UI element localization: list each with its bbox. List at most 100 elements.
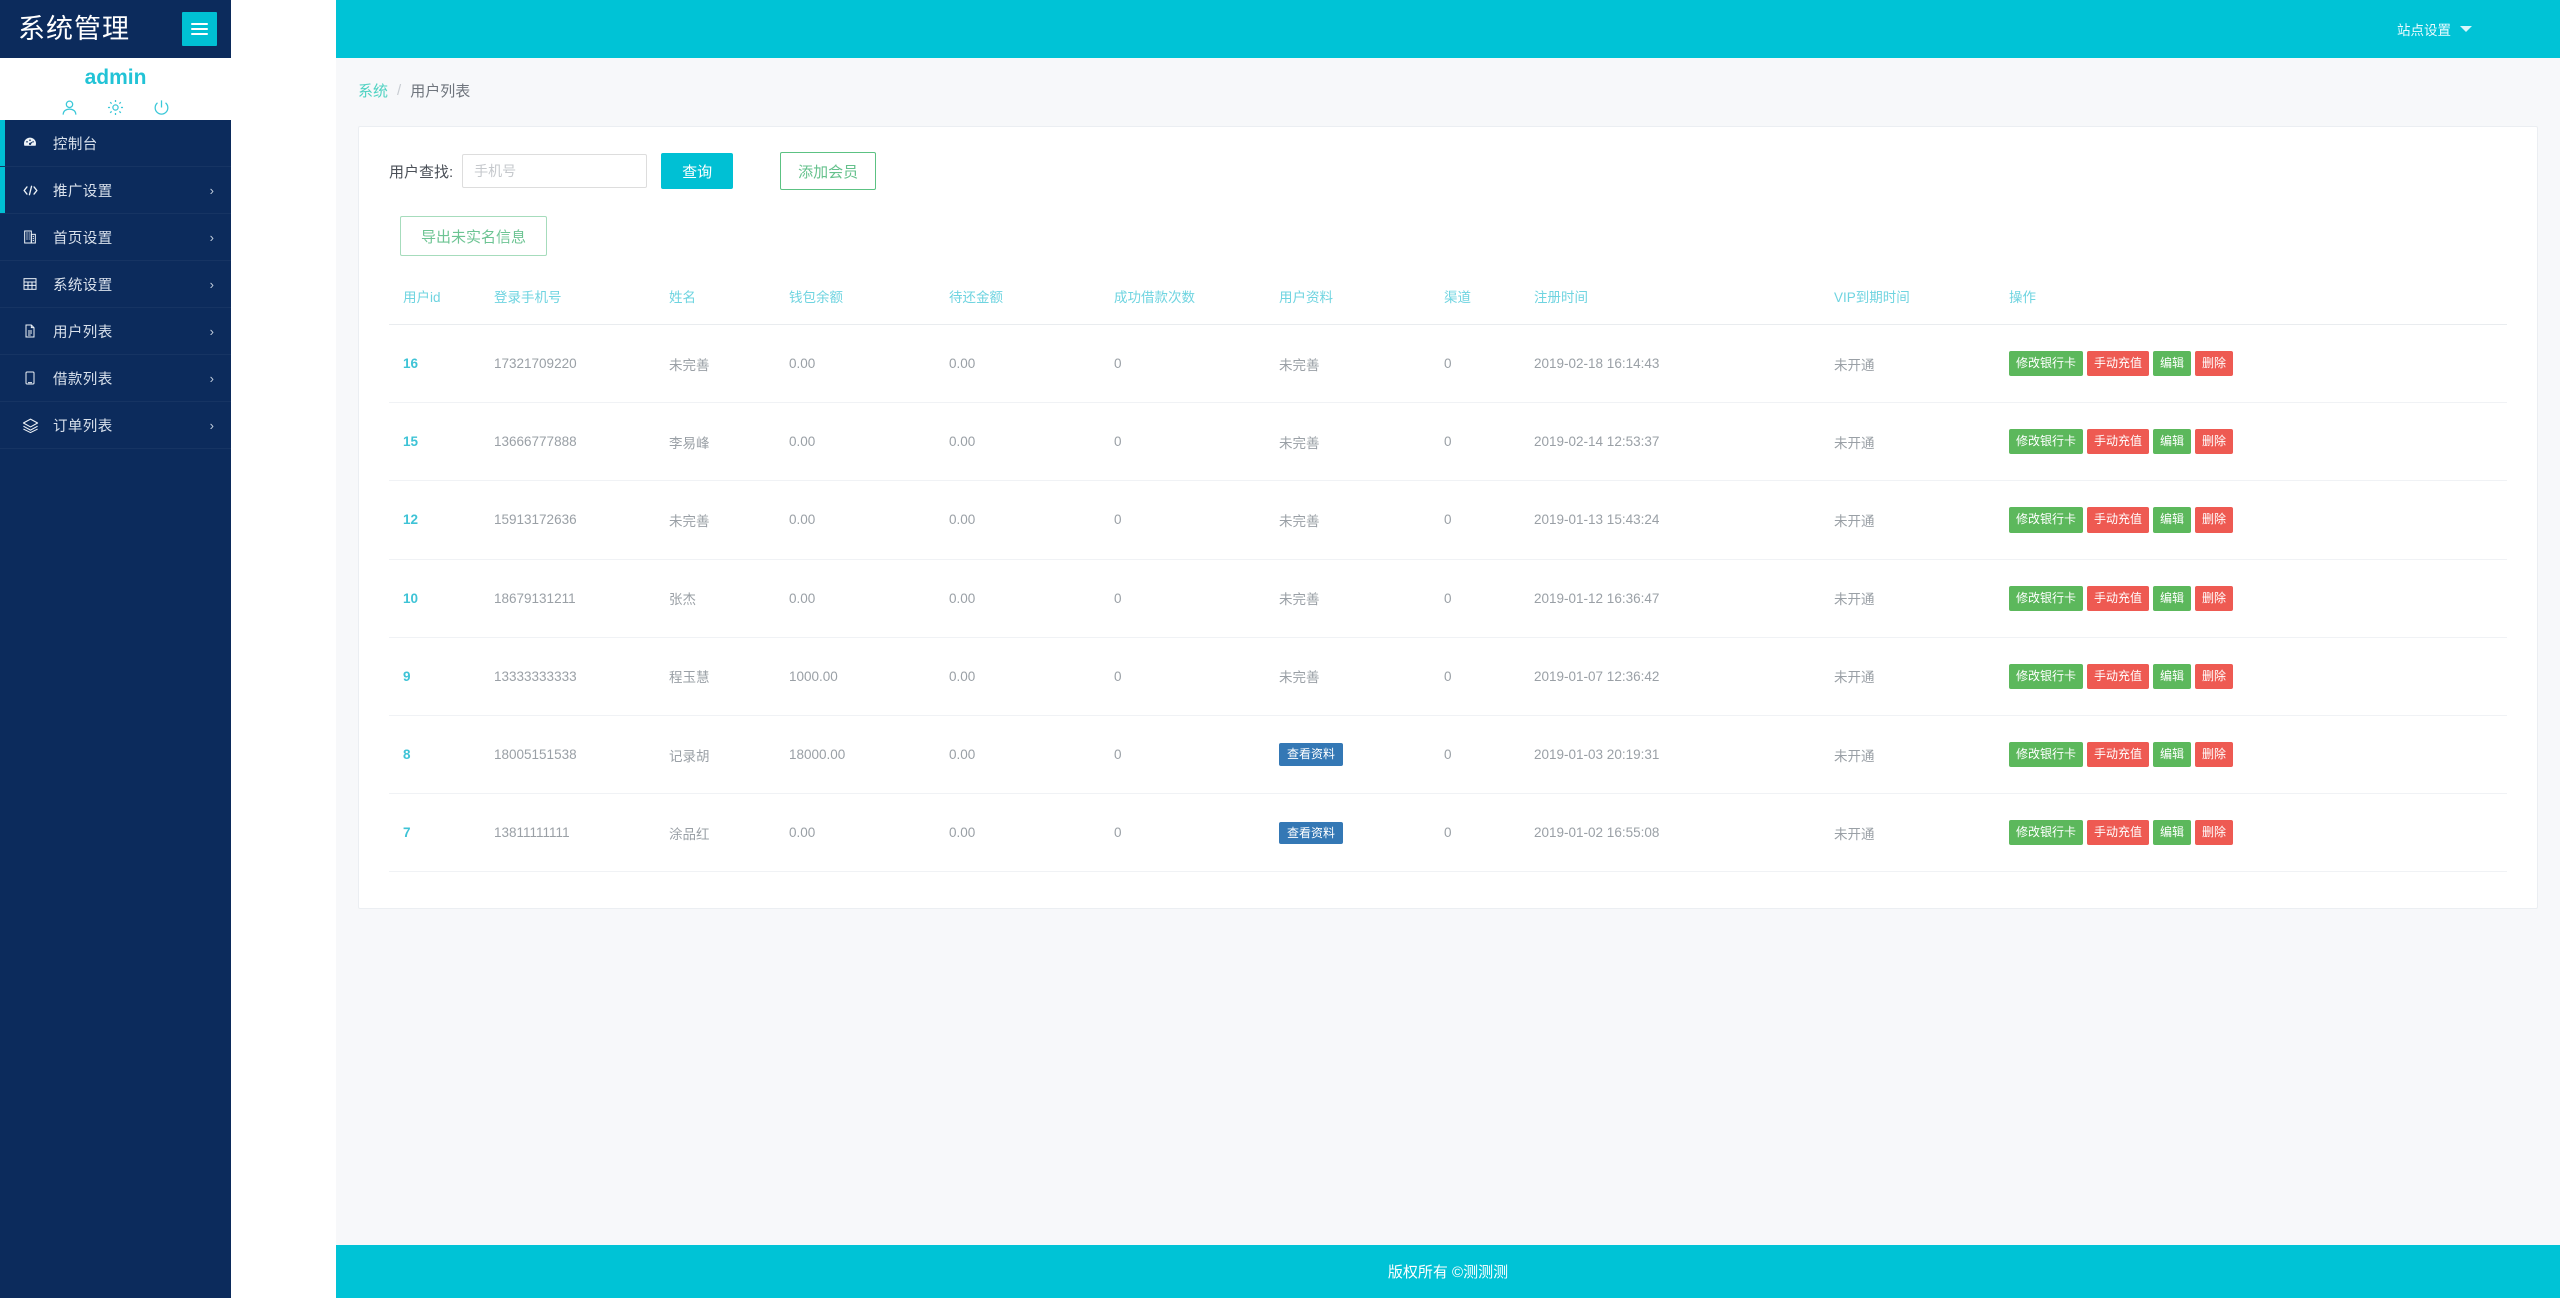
edit-bankcard-button[interactable]: 修改银行卡: [2009, 586, 2083, 611]
cell-register-time: 2019-01-03 20:19:31: [1534, 715, 1834, 793]
breadcrumb: 系统 / 用户列表: [336, 58, 2560, 101]
building-icon: [22, 229, 44, 245]
manual-recharge-button[interactable]: 手动充值: [2087, 429, 2149, 454]
search-input[interactable]: [462, 154, 647, 188]
manual-recharge-button[interactable]: 手动充值: [2087, 820, 2149, 845]
sidebar-item-loan-list[interactable]: 借款列表 ›: [0, 355, 231, 402]
manual-recharge-button[interactable]: 手动充值: [2087, 664, 2149, 689]
cell-operations: 修改银行卡手动充值编辑删除: [2009, 481, 2507, 559]
cell-user-id[interactable]: 10: [389, 559, 494, 637]
cell-profile: 未完善: [1279, 481, 1444, 559]
edit-button[interactable]: 编辑: [2153, 664, 2191, 689]
cell-name: 记录胡: [669, 715, 789, 793]
cell-register-time: 2019-01-13 15:43:24: [1534, 481, 1834, 559]
manual-recharge-button[interactable]: 手动充值: [2087, 742, 2149, 767]
cell-pending: 0.00: [949, 325, 1114, 403]
cell-phone: 13666777888: [494, 403, 669, 481]
gear-icon[interactable]: [106, 98, 125, 117]
menu-toggle-button[interactable]: [182, 12, 217, 46]
edit-bankcard-button[interactable]: 修改银行卡: [2009, 820, 2083, 845]
delete-button[interactable]: 删除: [2195, 586, 2233, 611]
sidebar-item-order-list[interactable]: 订单列表 ›: [0, 402, 231, 449]
edit-button[interactable]: 编辑: [2153, 351, 2191, 376]
cell-pending: 0.00: [949, 794, 1114, 872]
edit-bankcard-button[interactable]: 修改银行卡: [2009, 742, 2083, 767]
cell-name: 未完善: [669, 481, 789, 559]
delete-button[interactable]: 删除: [2195, 742, 2233, 767]
user-icon[interactable]: [60, 98, 79, 117]
breadcrumb-separator: /: [397, 82, 401, 99]
cell-phone: 18005151538: [494, 715, 669, 793]
code-icon: [22, 182, 44, 199]
edit-button[interactable]: 编辑: [2153, 429, 2191, 454]
sidebar-item-home-settings[interactable]: 首页设置 ›: [0, 214, 231, 261]
operations-group: 修改银行卡手动充值编辑删除: [2009, 820, 2507, 845]
view-profile-badge[interactable]: 查看资料: [1279, 822, 1343, 844]
view-profile-badge[interactable]: 查看资料: [1279, 743, 1343, 765]
sidebar-item-dashboard[interactable]: 控制台: [0, 120, 231, 167]
edit-bankcard-button[interactable]: 修改银行卡: [2009, 351, 2083, 376]
manual-recharge-button[interactable]: 手动充值: [2087, 351, 2149, 376]
cell-user-id[interactable]: 9: [389, 637, 494, 715]
cell-user-id[interactable]: 7: [389, 794, 494, 872]
power-icon[interactable]: [152, 98, 171, 117]
edit-button[interactable]: 编辑: [2153, 586, 2191, 611]
sidebar-item-label: 系统设置: [53, 274, 210, 295]
sidebar-nav: 控制台 推广设置 › 首页设置: [0, 120, 231, 449]
cell-vip-expiry: 未开通: [1834, 403, 2009, 481]
operations-group: 修改银行卡手动充值编辑删除: [2009, 586, 2507, 611]
cell-wallet: 1000.00: [789, 637, 949, 715]
add-member-button[interactable]: 添加会员: [780, 152, 876, 190]
delete-button[interactable]: 删除: [2195, 507, 2233, 532]
manual-recharge-button[interactable]: 手动充值: [2087, 586, 2149, 611]
cell-vip-expiry: 未开通: [1834, 715, 2009, 793]
chevron-right-icon: ›: [210, 278, 214, 291]
sidebar-item-system-settings[interactable]: 系统设置 ›: [0, 261, 231, 308]
cell-count: 0: [1114, 637, 1279, 715]
chevron-right-icon: ›: [210, 372, 214, 385]
delete-button[interactable]: 删除: [2195, 429, 2233, 454]
cell-channel: 0: [1444, 715, 1534, 793]
delete-button[interactable]: 删除: [2195, 820, 2233, 845]
edit-button[interactable]: 编辑: [2153, 507, 2191, 532]
cell-operations: 修改银行卡手动充值编辑删除: [2009, 637, 2507, 715]
dashboard-icon: [22, 135, 44, 151]
cell-pending: 0.00: [949, 715, 1114, 793]
sidebar-item-user-list[interactable]: 用户列表 ›: [0, 308, 231, 355]
site-settings-menu[interactable]: 站点设置: [2397, 19, 2472, 39]
cell-count: 0: [1114, 403, 1279, 481]
cell-register-time: 2019-02-18 16:14:43: [1534, 325, 1834, 403]
cell-wallet: 0.00: [789, 794, 949, 872]
delete-button[interactable]: 删除: [2195, 351, 2233, 376]
cell-user-id[interactable]: 12: [389, 481, 494, 559]
breadcrumb-root[interactable]: 系统: [358, 80, 388, 101]
th-operations: 操作: [2009, 286, 2507, 325]
edit-button[interactable]: 编辑: [2153, 820, 2191, 845]
cell-wallet: 0.00: [789, 559, 949, 637]
edit-bankcard-button[interactable]: 修改银行卡: [2009, 507, 2083, 532]
table-row: 713811111111涂品红0.000.000查看资料02019-01-02 …: [389, 794, 2507, 872]
edit-button[interactable]: 编辑: [2153, 742, 2191, 767]
cell-profile: 查看资料: [1279, 794, 1444, 872]
cell-user-id[interactable]: 16: [389, 325, 494, 403]
cell-profile: 未完善: [1279, 325, 1444, 403]
table-row: 1617321709220未完善0.000.000未完善02019-02-18 …: [389, 325, 2507, 403]
edit-bankcard-button[interactable]: 修改银行卡: [2009, 429, 2083, 454]
brand-title: 系统管理: [18, 0, 130, 58]
cell-count: 0: [1114, 715, 1279, 793]
export-unverified-button[interactable]: 导出未实名信息: [400, 216, 547, 256]
chevron-down-icon: [2460, 26, 2472, 32]
manual-recharge-button[interactable]: 手动充值: [2087, 507, 2149, 532]
delete-button[interactable]: 删除: [2195, 664, 2233, 689]
cell-user-id[interactable]: 15: [389, 403, 494, 481]
cell-vip-expiry: 未开通: [1834, 481, 2009, 559]
sidebar-item-label: 用户列表: [53, 321, 210, 342]
sidebar-item-promotion-settings[interactable]: 推广设置 ›: [0, 167, 231, 214]
query-button[interactable]: 查询: [661, 153, 733, 189]
cell-name: 李易峰: [669, 403, 789, 481]
th-vip-expiry: VIP到期时间: [1834, 286, 2009, 325]
edit-bankcard-button[interactable]: 修改银行卡: [2009, 664, 2083, 689]
cell-wallet: 0.00: [789, 403, 949, 481]
cell-user-id[interactable]: 8: [389, 715, 494, 793]
th-name: 姓名: [669, 286, 789, 325]
